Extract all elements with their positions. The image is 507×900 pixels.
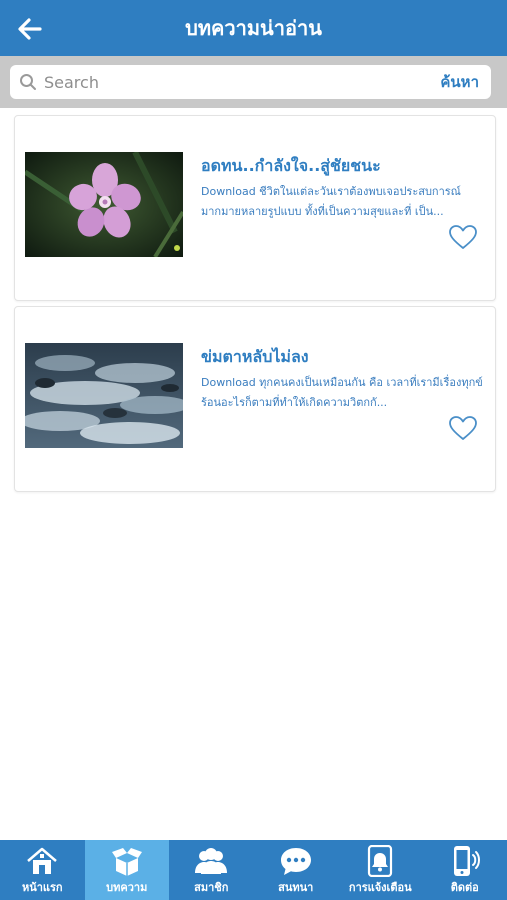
nav-item-articles[interactable]: บทความ [84, 840, 169, 900]
search-icon [20, 74, 36, 90]
chat-bubble-icon [280, 848, 311, 875]
favorite-button[interactable] [448, 415, 478, 441]
article-excerpt: Download ชีวิตในแต่ละวันเราต้องพบเจอประส… [201, 185, 461, 218]
pink-flower-photo [25, 152, 183, 257]
search-input[interactable] [44, 65, 424, 99]
article-card[interactable]: ข่มตาหลับไม่ลง Download ทุกคนคงเป็นเหมือ… [14, 306, 496, 492]
article-title[interactable]: ข่มตาหลับไม่ลง [201, 345, 486, 370]
nav-label: สนทนา [278, 881, 314, 894]
article-title[interactable]: อดทน..กำลังใจ..สู่ชัยชนะ [201, 154, 486, 179]
article-thumbnail [25, 343, 183, 448]
search-button[interactable]: ค้นหา [440, 65, 479, 99]
page-title: บทความน่าอ่าน [185, 16, 322, 40]
flowing-water-photo [25, 343, 183, 448]
heart-outline-icon [449, 225, 477, 249]
article-excerpt: Download ทุกคนคงเป็นเหมือนกัน คือ เวลาที… [201, 376, 483, 409]
nav-label: หน้าแรก [21, 881, 63, 894]
nav-item-chat[interactable]: สนทนา [254, 840, 339, 900]
search-bar: ค้นหา [0, 56, 507, 108]
home-icon [27, 847, 58, 874]
top-bar: บทความน่าอ่าน [0, 0, 507, 56]
notification-bell-icon [368, 845, 393, 877]
nav-label: บทความ [106, 881, 148, 894]
article-thumbnail [25, 152, 183, 257]
phone-contact-icon [453, 846, 480, 876]
nav-label: ติดต่อ [450, 881, 479, 894]
members-icon [195, 848, 228, 874]
nav-label: การแจ้งเตือน [348, 881, 412, 894]
article-card[interactable]: อดทน..กำลังใจ..สู่ชัยชนะ Download ชีวิตใ… [14, 115, 496, 301]
heart-outline-icon [449, 416, 477, 440]
favorite-button[interactable] [448, 224, 478, 250]
nav-item-notifications[interactable]: การแจ้งเตือน [338, 840, 423, 900]
bottom-nav: หน้าแรก บทความ สมาชิก สนทนา การแจ้งเตือน… [0, 840, 507, 900]
nav-item-contact[interactable]: ติดต่อ [423, 840, 507, 900]
nav-item-members[interactable]: สมาชิก [169, 840, 254, 900]
nav-label: สมาชิก [194, 881, 229, 894]
nav-item-home[interactable]: หน้าแรก [0, 840, 85, 900]
search-box: ค้นหา [10, 65, 491, 99]
open-box-icon [111, 848, 142, 876]
